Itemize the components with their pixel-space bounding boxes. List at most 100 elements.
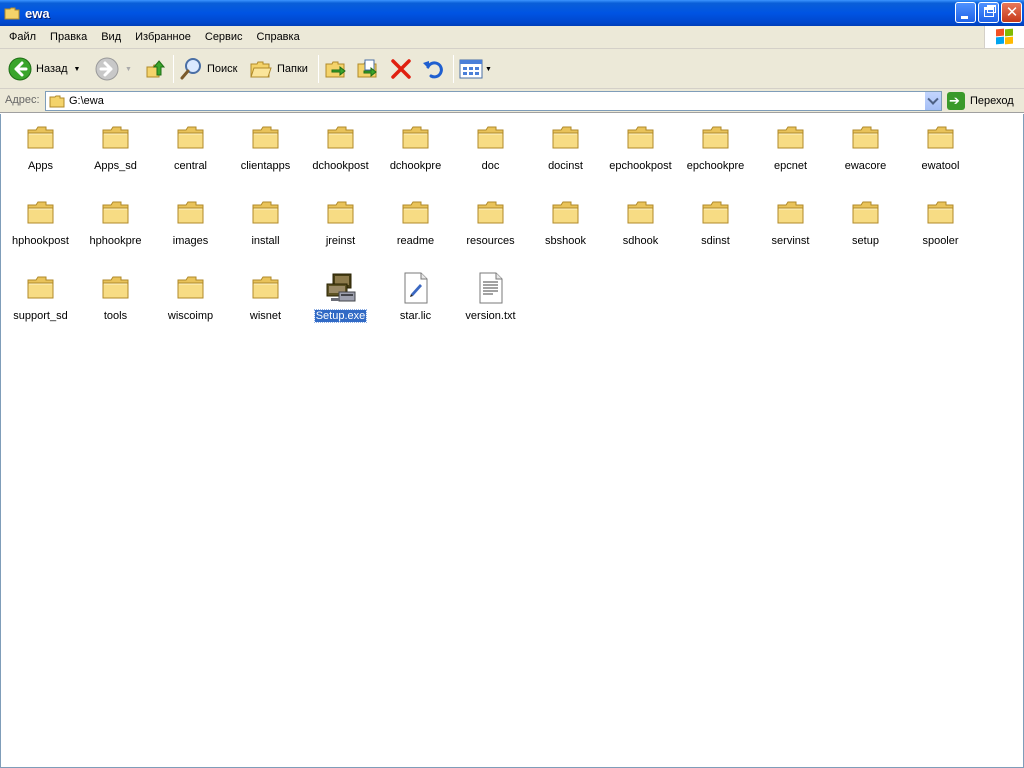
folder-item[interactable]: wiscoimp	[153, 268, 228, 338]
folder-icon	[475, 197, 507, 229]
folder-icon	[625, 122, 657, 154]
maximize-button[interactable]	[978, 2, 999, 23]
item-name: sdhook	[622, 235, 659, 247]
folder-item[interactable]: clientapps	[228, 118, 303, 188]
folder-icon	[700, 122, 732, 154]
menu-help[interactable]: Справка	[250, 31, 307, 43]
item-name: dchookpre	[389, 160, 442, 172]
views-button[interactable]: ▼	[459, 54, 492, 84]
folder-item[interactable]: hphookpost	[3, 193, 78, 263]
folder-item[interactable]: docinst	[528, 118, 603, 188]
folder-item[interactable]: images	[153, 193, 228, 263]
folder-item[interactable]: wisnet	[228, 268, 303, 338]
title-bar[interactable]: ewa ✕	[0, 0, 1024, 26]
menu-edit[interactable]: Правка	[43, 31, 94, 43]
up-folder-button[interactable]	[145, 54, 167, 84]
folder-item[interactable]: central	[153, 118, 228, 188]
folder-icon	[25, 197, 57, 229]
folders-button[interactable]: Папки	[249, 54, 308, 84]
item-name: setup	[852, 235, 879, 247]
back-button[interactable]: Назад ▼	[8, 54, 80, 84]
menu-tools[interactable]: Сервис	[198, 31, 250, 43]
folder-icon	[925, 197, 957, 229]
folders-icon	[250, 61, 272, 78]
search-icon	[180, 58, 201, 80]
item-label: ewatool	[903, 160, 978, 172]
folder-item[interactable]: epchookpost	[603, 118, 678, 188]
file-list-area[interactable]: Apps Apps_sd central clientapps dchookpost dc…	[0, 114, 1024, 768]
folder-item[interactable]: readme	[378, 193, 453, 263]
back-dropdown-icon[interactable]: ▼	[74, 66, 81, 73]
folder-item[interactable]: sdinst	[678, 193, 753, 263]
folder-item[interactable]: ewacore	[828, 118, 903, 188]
copy-to-button[interactable]	[356, 54, 380, 84]
folder-icon	[49, 95, 65, 107]
folder-item[interactable]: servinst	[753, 193, 828, 263]
folder-item[interactable]: support_sd	[3, 268, 78, 338]
menu-view[interactable]: Вид	[94, 31, 128, 43]
item-name: ewatool	[921, 160, 960, 172]
item-label: central	[153, 160, 228, 172]
address-value: G:\ewa	[69, 95, 104, 107]
folder-item[interactable]: dchookpost	[303, 118, 378, 188]
minimize-icon	[961, 16, 968, 19]
item-label: images	[153, 235, 228, 247]
item-name: Setup.exe	[313, 309, 368, 323]
folder-item[interactable]: tools	[78, 268, 153, 338]
item-name: tools	[103, 310, 128, 322]
folder-item[interactable]: sbshook	[528, 193, 603, 263]
folder-item[interactable]: sdhook	[603, 193, 678, 263]
move-to-button[interactable]	[324, 54, 348, 84]
folder-item[interactable]: jreinst	[303, 193, 378, 263]
address-dropdown-button[interactable]	[924, 92, 941, 110]
folder-item[interactable]: resources	[453, 193, 528, 263]
folder-item[interactable]: setup	[828, 193, 903, 263]
item-name: hphookpre	[89, 235, 142, 247]
file-item[interactable]: version.txt	[453, 268, 528, 338]
folder-item[interactable]: spooler	[903, 193, 978, 263]
folder-icon	[850, 197, 882, 229]
copy-to-icon	[357, 59, 377, 78]
file-item[interactable]: star.lic	[378, 268, 453, 338]
go-button[interactable]: Переход	[947, 92, 1014, 110]
undo-button[interactable]	[421, 54, 445, 84]
folder-item[interactable]: install	[228, 193, 303, 263]
folder-item[interactable]: doc	[453, 118, 528, 188]
folder-icon	[25, 122, 57, 154]
item-name: readme	[396, 235, 435, 247]
item-label: servinst	[753, 235, 828, 247]
restore-icon	[984, 7, 994, 17]
item-name: sdinst	[701, 235, 730, 247]
folder-item[interactable]: hphookpre	[78, 193, 153, 263]
undo-icon	[423, 61, 443, 79]
menu-file[interactable]: Файл	[2, 31, 43, 43]
folder-item[interactable]: Apps	[3, 118, 78, 188]
item-name: epchookpre	[686, 160, 745, 172]
item-label: epchookpost	[603, 160, 678, 172]
close-button[interactable]: ✕	[1001, 2, 1022, 23]
address-input[interactable]: G:\ewa	[45, 91, 942, 111]
item-name: images	[172, 235, 209, 247]
item-label: star.lic	[378, 310, 453, 322]
file-item[interactable]: Setup.exe	[303, 268, 378, 338]
item-label: clientapps	[228, 160, 303, 172]
folder-item[interactable]: Apps_sd	[78, 118, 153, 188]
search-button[interactable]: Поиск	[179, 54, 237, 84]
forward-button[interactable]: ▼	[95, 54, 132, 84]
views-dropdown-icon[interactable]: ▼	[485, 66, 492, 73]
delete-button[interactable]	[389, 54, 413, 84]
minimize-button[interactable]	[955, 2, 976, 23]
item-label: tools	[78, 310, 153, 322]
folder-icon	[250, 272, 282, 304]
item-name: ewacore	[844, 160, 887, 172]
folder-item[interactable]: epcnet	[753, 118, 828, 188]
forward-dropdown-icon[interactable]: ▼	[125, 66, 132, 73]
address-label: Адрес:	[5, 94, 40, 106]
folder-item[interactable]: dchookpre	[378, 118, 453, 188]
item-name: sbshook	[545, 235, 586, 247]
folder-item[interactable]: epchookpre	[678, 118, 753, 188]
folder-item[interactable]: ewatool	[903, 118, 978, 188]
folder-icon	[250, 122, 282, 154]
menu-favorites[interactable]: Избранное	[128, 31, 198, 43]
item-name: Apps	[27, 160, 54, 172]
